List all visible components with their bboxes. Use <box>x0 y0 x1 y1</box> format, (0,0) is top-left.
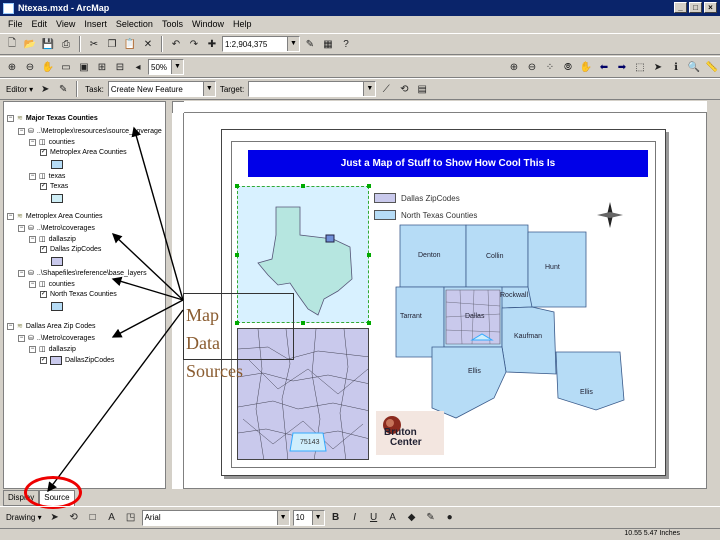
drawing-toolbar: Drawing ▾ ➤ ⟲ □ A ◳ Arial ▼ 10 ▼ B I U A ◆… <box>0 506 720 528</box>
marker-color-icon[interactable]: ● <box>442 510 458 526</box>
font-color-icon[interactable]: A <box>385 510 401 526</box>
text-icon[interactable]: A <box>104 510 120 526</box>
font-size-value: 10 <box>295 513 305 522</box>
font-combo[interactable]: Arial ▼ <box>141 509 290 526</box>
highlight-oval <box>24 476 82 509</box>
status-coordinates: 10.55 5.47 Inches <box>624 530 680 537</box>
font-size-combo[interactable]: 10 ▼ <box>292 509 325 526</box>
font-value: Arial <box>144 513 161 522</box>
status-bar: 10.55 5.47 Inches <box>0 528 720 540</box>
callout-icon[interactable]: ◳ <box>123 510 139 526</box>
select-elements-icon[interactable]: ➤ <box>47 510 63 526</box>
chevron-down-icon[interactable]: ▼ <box>311 510 324 525</box>
rotate-icon[interactable]: ⟲ <box>66 510 82 526</box>
bold-button[interactable]: B <box>328 510 344 526</box>
italic-button[interactable]: I <box>347 510 363 526</box>
underline-button[interactable]: U <box>366 510 382 526</box>
rectangle-icon[interactable]: □ <box>85 510 101 526</box>
fill-color-icon[interactable]: ◆ <box>404 510 420 526</box>
chevron-down-icon[interactable]: ▼ <box>276 510 289 525</box>
line-color-icon[interactable]: ✎ <box>423 510 439 526</box>
drawing-menu[interactable]: Drawing ▾ <box>6 513 42 522</box>
annotation-arrows <box>47 126 184 493</box>
